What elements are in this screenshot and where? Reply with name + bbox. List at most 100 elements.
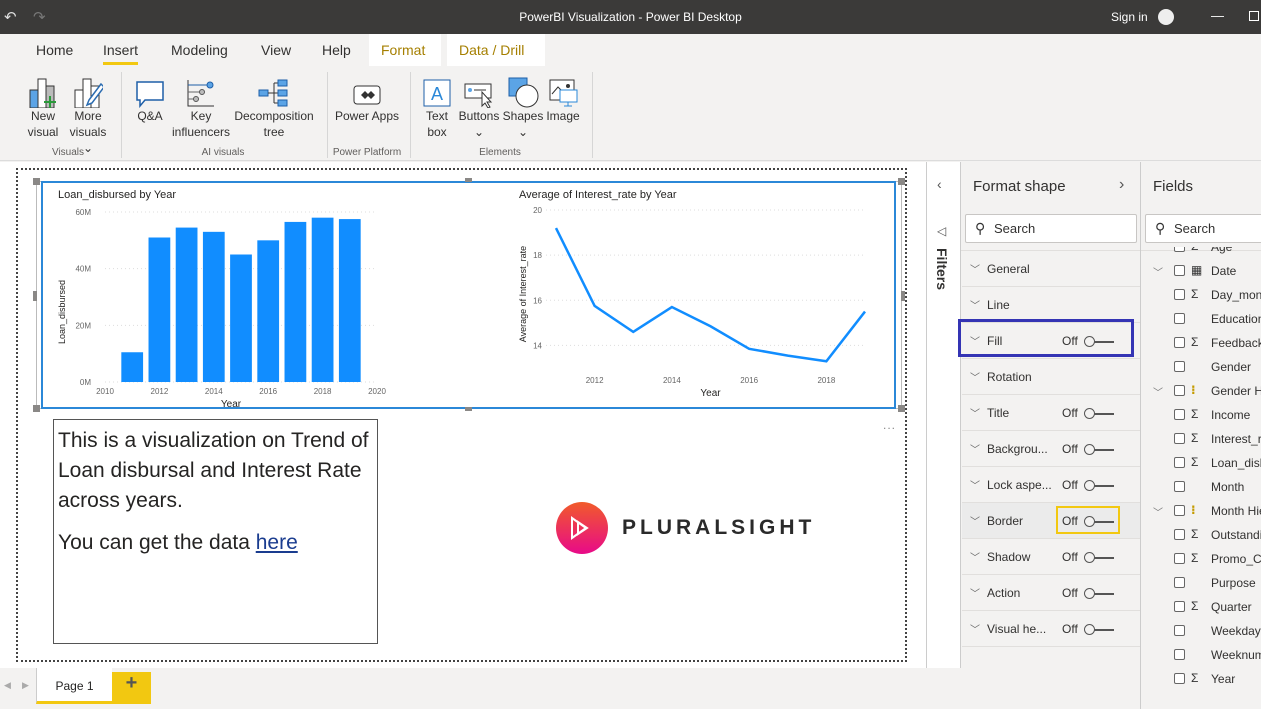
field-item[interactable]: Σ Feedback (1141, 332, 1261, 356)
more-visuals-button[interactable]: More visuals ⌄ (64, 72, 112, 156)
field-checkbox[interactable] (1174, 553, 1185, 564)
toggle-switch[interactable] (1084, 552, 1114, 563)
group-label-elements: Elements (479, 147, 521, 158)
field-name: Outstanding (1211, 528, 1261, 542)
field-checkbox[interactable] (1174, 409, 1185, 420)
filters-pane-collapsed[interactable]: ‹ ◁ Filters (926, 162, 960, 668)
field-checkbox[interactable] (1174, 649, 1185, 660)
format-section-title[interactable]: ﹀ Title Off (962, 395, 1140, 431)
chevron-down-icon[interactable]: ﹀ (1153, 264, 1163, 279)
decomposition-tree-button[interactable]: Decomposition tree (232, 72, 316, 140)
key-influencers-button[interactable]: Key influencers (170, 72, 232, 140)
resize-handle[interactable] (465, 407, 472, 411)
toggle-switch[interactable] (1084, 480, 1114, 491)
tab-data-drill[interactable]: Data / Drill (447, 34, 545, 66)
field-checkbox[interactable] (1174, 625, 1185, 636)
field-checkbox[interactable] (1174, 673, 1185, 684)
field-item[interactable]: Σ Outstanding (1141, 524, 1261, 548)
tab-view[interactable]: View (261, 42, 291, 58)
toggle-switch[interactable] (1084, 408, 1114, 419)
field-item[interactable]: Education (1141, 308, 1261, 332)
field-item[interactable]: Purpose (1141, 572, 1261, 596)
field-item[interactable]: ﹀ ▦ Date (1141, 260, 1261, 284)
field-checkbox[interactable] (1174, 247, 1185, 252)
more-options-icon[interactable]: ... (883, 418, 896, 432)
field-checkbox[interactable] (1174, 529, 1185, 540)
field-checkbox[interactable] (1174, 457, 1185, 468)
buttons-button[interactable]: Buttons ⌄ (458, 72, 500, 140)
text-box-button[interactable]: A Text box (420, 72, 454, 140)
format-section-general[interactable]: ﹀ General (962, 251, 1140, 287)
field-checkbox[interactable] (1174, 265, 1185, 276)
scroll-left-icon[interactable]: ◀ (4, 680, 11, 691)
shapes-button[interactable]: Shapes ⌄ (502, 72, 544, 140)
field-item[interactable]: Σ Quarter (1141, 596, 1261, 620)
field-item[interactable]: Σ Income (1141, 404, 1261, 428)
field-checkbox[interactable] (1174, 361, 1185, 372)
field-checkbox[interactable] (1174, 601, 1185, 612)
tab-insert[interactable]: Insert (103, 42, 139, 65)
tab-home[interactable]: Home (36, 42, 73, 58)
field-item[interactable]: Σ Loan_disbursed (1141, 452, 1261, 476)
format-section-shadow[interactable]: ﹀ Shadow Off (962, 539, 1140, 575)
add-page-button[interactable]: + (112, 672, 151, 704)
field-item[interactable]: Month (1141, 476, 1261, 500)
field-checkbox[interactable] (1174, 481, 1185, 492)
field-item[interactable]: Weekday (1141, 620, 1261, 644)
toggle-switch[interactable] (1084, 624, 1114, 635)
tab-help[interactable]: Help (322, 42, 351, 58)
field-checkbox[interactable] (1174, 385, 1185, 396)
minimize-button[interactable]: — (1211, 8, 1224, 23)
field-item[interactable]: Σ Promo_Campaign (1141, 548, 1261, 572)
charts-visual[interactable]: Loan_disbursed by Year 0M 20M 40M 60M 2010 201… (41, 181, 896, 409)
field-item[interactable]: Σ Year (1141, 668, 1261, 692)
restore-button[interactable] (1249, 11, 1259, 21)
field-item[interactable]: Σ Interest_rate (1141, 428, 1261, 452)
page-tab[interactable]: Page 1 (36, 668, 112, 704)
qa-button[interactable]: Q&A (132, 72, 168, 124)
field-item[interactable]: ﹀ ⁝ Month Hierarchy (1141, 500, 1261, 524)
avatar-icon[interactable] (1158, 9, 1174, 25)
data-link[interactable]: here (256, 531, 298, 554)
text-box-visual[interactable]: This is a visualization on Trend of Loan… (53, 419, 378, 644)
field-checkbox[interactable] (1174, 505, 1185, 516)
field-checkbox[interactable] (1174, 337, 1185, 348)
resize-handle[interactable] (33, 178, 40, 185)
format-section-backgrou[interactable]: ﹀ Backgrou... Off (962, 431, 1140, 467)
field-checkbox[interactable] (1174, 577, 1185, 588)
resize-handle[interactable] (901, 291, 905, 301)
format-section-rotation[interactable]: ﹀ Rotation (962, 359, 1140, 395)
chevron-right-icon[interactable]: › (1119, 176, 1124, 194)
resize-handle[interactable] (33, 291, 37, 301)
field-item[interactable]: Gender (1141, 356, 1261, 380)
format-section-action[interactable]: ﹀ Action Off (962, 575, 1140, 611)
format-section-lock-aspe[interactable]: ﹀ Lock aspe... Off (962, 467, 1140, 503)
scroll-right-icon[interactable]: ▶ (22, 680, 29, 691)
field-item[interactable]: Σ Day_month (1141, 284, 1261, 308)
toggle-switch[interactable] (1084, 588, 1114, 599)
fields-search-input[interactable]: ⚲ Search (1145, 214, 1261, 243)
format-search-input[interactable]: ⚲ Search (965, 214, 1137, 243)
new-visual-button[interactable]: New visual (24, 72, 62, 140)
field-item[interactable]: Weeknum (1141, 644, 1261, 668)
tab-format[interactable]: Format (369, 34, 441, 66)
field-checkbox[interactable] (1174, 289, 1185, 300)
chevron-down-icon[interactable]: ﹀ (1153, 384, 1163, 399)
resize-handle[interactable] (465, 178, 472, 182)
power-apps-button[interactable]: Power Apps (333, 72, 401, 124)
resize-handle[interactable] (33, 405, 40, 412)
resize-handle[interactable] (898, 405, 905, 412)
image-button[interactable]: Image (544, 72, 582, 124)
chevron-left-icon[interactable]: ‹ (937, 176, 942, 192)
resize-handle[interactable] (898, 178, 905, 185)
sign-in-link[interactable]: Sign in (1111, 10, 1148, 24)
toggle-switch[interactable] (1084, 444, 1114, 455)
format-section-line[interactable]: ﹀ Line (962, 287, 1140, 323)
tab-modeling[interactable]: Modeling (171, 42, 228, 58)
field-item[interactable]: ﹀ ⁝ Gender Hierarchy (1141, 380, 1261, 404)
chevron-down-icon[interactable]: ﹀ (1153, 504, 1163, 519)
field-checkbox[interactable] (1174, 313, 1185, 324)
format-section-visual-he[interactable]: ﹀ Visual he... Off (962, 611, 1140, 647)
field-item[interactable]: Σ Age (1141, 247, 1261, 260)
field-checkbox[interactable] (1174, 433, 1185, 444)
